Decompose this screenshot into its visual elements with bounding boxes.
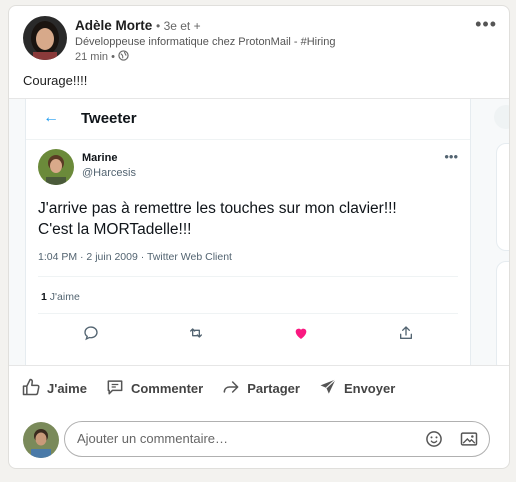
like-label: J'aime — [47, 380, 87, 396]
tweet-author-handle[interactable]: @Harcesis — [82, 167, 136, 179]
post-more-options-button[interactable]: ••• — [475, 14, 497, 35]
share-label: Partager — [247, 380, 300, 396]
tweet-card[interactable]: ← Tweeter Marine @Harcesis ••• J'arrive … — [25, 99, 471, 365]
tweet-header: ← Tweeter — [26, 99, 470, 140]
comment-icon — [105, 377, 125, 400]
tweet-author-name[interactable]: Marine — [82, 152, 117, 164]
side-box — [496, 143, 509, 251]
current-user-avatar[interactable] — [23, 422, 59, 458]
comment-button[interactable]: Commenter — [105, 377, 203, 400]
send-button[interactable]: Envoyer — [318, 377, 395, 400]
author-line: Adèle Morte • 3e et + — [75, 18, 201, 33]
tweet-like-count[interactable]: 1 J'aime — [41, 291, 80, 303]
image-icon[interactable] — [459, 429, 479, 449]
divider — [38, 313, 458, 314]
side-box — [496, 261, 509, 365]
back-arrow-icon[interactable]: ← — [43, 109, 59, 127]
thumbs-up-icon — [21, 377, 41, 400]
comment-label: Commenter — [130, 380, 204, 396]
like-count-label: J'aime — [49, 291, 80, 303]
send-icon — [318, 377, 338, 400]
side-search-circle — [494, 105, 509, 129]
post-actions-bar: J'aime Commenter Partager Envoyer — [21, 375, 395, 401]
post-card: Adèle Morte • 3e et + Développeuse infor… — [8, 5, 510, 469]
emoji-icon[interactable] — [424, 429, 444, 449]
share-button[interactable]: Partager — [221, 377, 300, 400]
tweet-text-line-2: C'est la MORTadelle!!! — [38, 221, 192, 238]
post-timestamp: 21 min • — [75, 50, 129, 64]
reply-icon[interactable] — [81, 323, 101, 343]
heart-icon[interactable] — [291, 323, 311, 343]
post-text: Courage!!!! — [23, 73, 88, 88]
tweet-author-avatar[interactable] — [38, 149, 74, 185]
post-time: 21 min • — [75, 51, 115, 63]
tweet-side-panel — [476, 99, 509, 365]
like-button[interactable]: J'aime — [21, 377, 87, 400]
embedded-tweet-frame: ← Tweeter Marine @Harcesis ••• J'arrive … — [9, 98, 509, 366]
like-count-value: 1 — [41, 291, 47, 303]
author-name[interactable]: Adèle Morte — [75, 18, 152, 33]
author-headline: Développeuse informatique chez ProtonMai… — [75, 36, 336, 48]
tweet-text-line-1: J'arrive pas à remettre les touches sur … — [38, 200, 397, 217]
tweet-meta[interactable]: 1:04 PM · 2 juin 2009 · Twitter Web Clie… — [38, 251, 232, 263]
author-avatar[interactable] — [23, 16, 67, 60]
tweet-header-title: Tweeter — [81, 110, 137, 127]
divider — [38, 276, 458, 277]
share-icon[interactable] — [396, 323, 416, 343]
tweet-more-options-button[interactable]: ••• — [444, 149, 458, 164]
comment-box[interactable] — [64, 421, 490, 457]
connection-degree: • 3e et + — [156, 19, 201, 33]
tweet-text: J'arrive pas à remettre les touches sur … — [38, 198, 458, 240]
tweet-actions — [26, 323, 470, 343]
retweet-icon[interactable] — [186, 323, 206, 343]
share-arrow-icon — [221, 377, 241, 400]
comment-input[interactable] — [75, 430, 409, 447]
send-label: Envoyer — [343, 380, 396, 396]
globe-icon — [118, 50, 129, 64]
